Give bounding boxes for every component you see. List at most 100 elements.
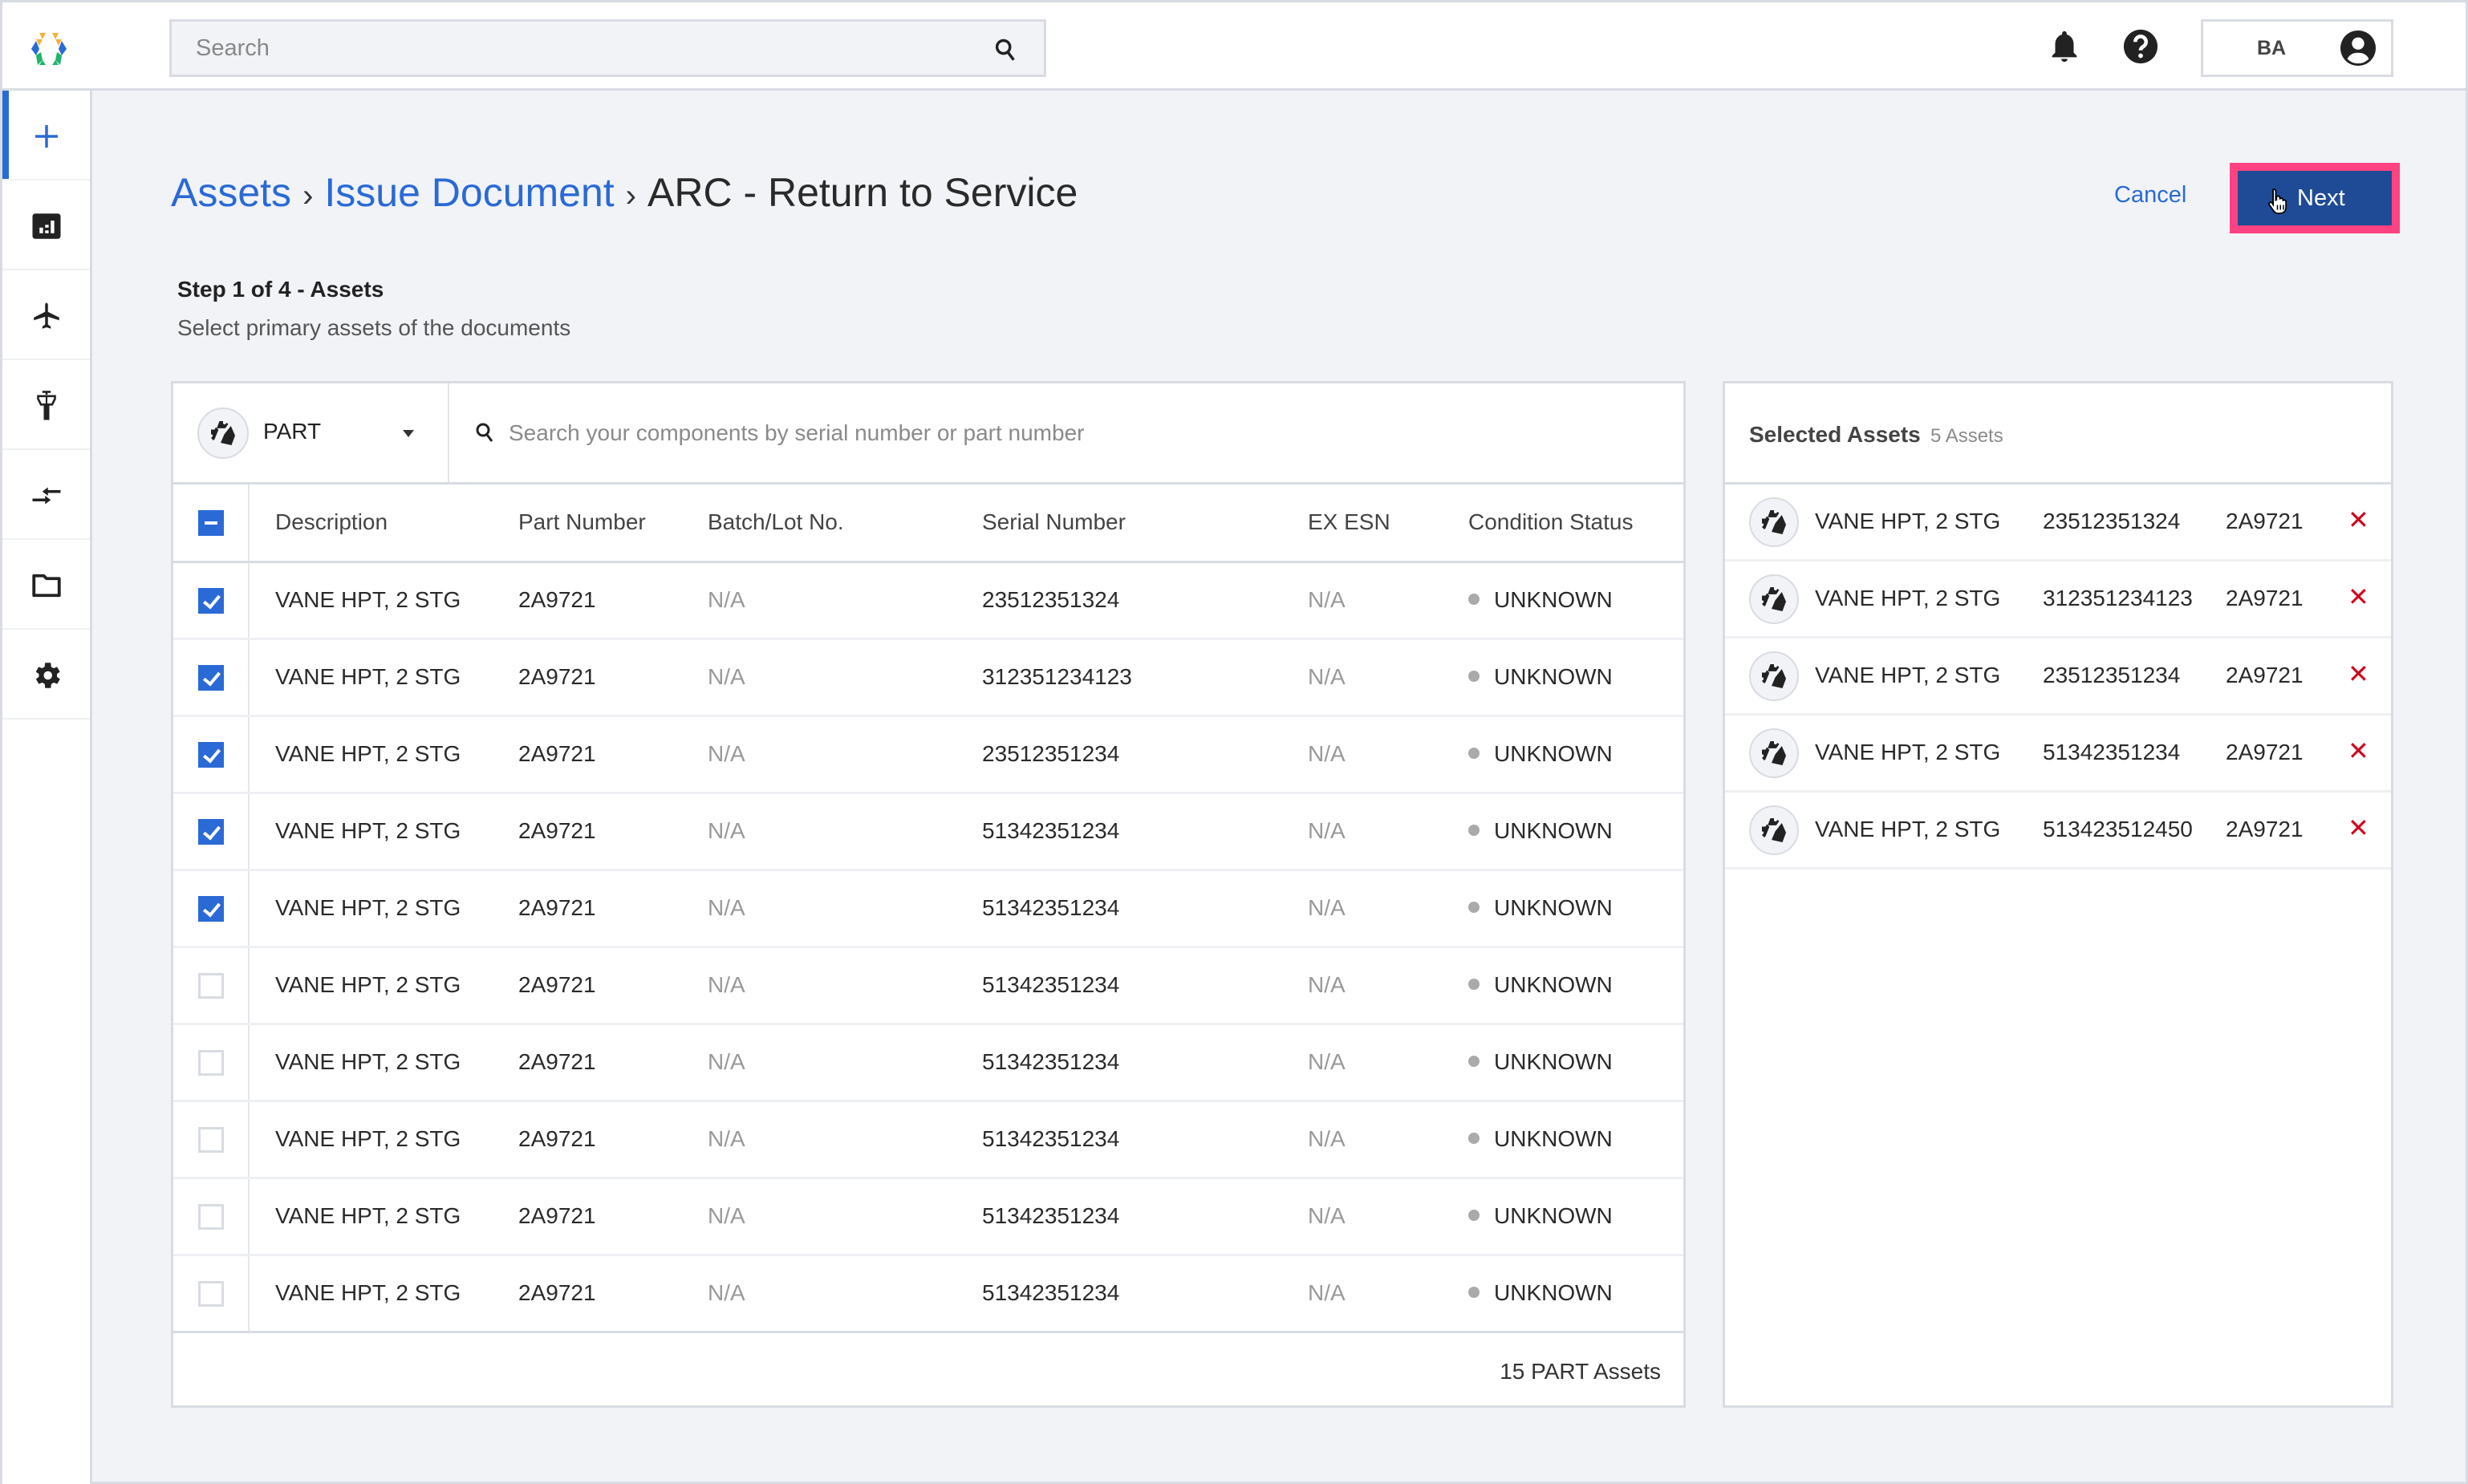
cancel-button[interactable]: Cancel (2114, 182, 2186, 209)
cell-condition-status: UNKNOWN (1468, 947, 1683, 1024)
remove-asset-icon[interactable]: ✕ (2348, 738, 2369, 764)
breadcrumb-issue-document[interactable]: Issue Document (324, 170, 614, 215)
column-header-condition-status[interactable]: Condition Status (1468, 485, 1683, 562)
sidebar-item-airport[interactable] (2, 360, 90, 450)
component-search-input[interactable] (509, 383, 1683, 482)
sidebar-item-transfer[interactable] (2, 450, 90, 540)
sidebar-item-aircraft[interactable] (2, 270, 90, 360)
column-header-ex-esn[interactable]: EX ESN (1308, 485, 1468, 562)
selected-asset-item: VANE HPT, 2 STG 23512351324 2A9721 ✕ (1725, 485, 2391, 562)
help-icon[interactable] (2122, 28, 2159, 65)
selected-assets-panel: Selected Assets 5 Assets VANE HPT, 2 STG… (1723, 381, 2393, 1408)
selected-asset-item: VANE HPT, 2 STG 513423512450 2A9721 ✕ (1725, 793, 2391, 870)
cell-batch-lot: N/A (708, 818, 745, 843)
component-search[interactable] (451, 383, 1683, 482)
cell-condition-status: UNKNOWN (1468, 1255, 1683, 1332)
hand-pointer-cursor-icon (2268, 189, 2287, 214)
table-row[interactable]: VANE HPT, 2 STG 2A9721 N/A 51342351234 N… (173, 793, 1683, 870)
cell-condition-status: UNKNOWN (1468, 1178, 1683, 1255)
cell-serial-number: 51342351234 (982, 1126, 1120, 1151)
table-row[interactable]: VANE HPT, 2 STG 2A9721 N/A 51342351234 N… (173, 947, 1683, 1024)
notification-bell-icon[interactable] (2046, 28, 2083, 65)
cell-condition-status: UNKNOWN (1468, 793, 1683, 870)
cell-description: VANE HPT, 2 STG (275, 972, 461, 997)
cell-ex-esn: N/A (1308, 972, 1346, 997)
next-button-label: Next (2297, 185, 2345, 211)
part-type-badge (1749, 651, 1799, 701)
selected-asset-item: VANE HPT, 2 STG 23512351234 2A9721 ✕ (1725, 639, 2391, 716)
cell-ex-esn: N/A (1308, 664, 1346, 689)
selected-asset-serial: 23512351324 (2043, 509, 2181, 533)
breadcrumb-assets[interactable]: Assets (171, 170, 291, 215)
selected-asset-description: VANE HPT, 2 STG (1815, 740, 2001, 764)
row-checkbox[interactable] (197, 741, 224, 768)
row-checkbox[interactable] (197, 1203, 224, 1230)
selected-asset-description: VANE HPT, 2 STG (1815, 817, 2001, 841)
column-header-serial-number[interactable]: Serial Number (982, 485, 1308, 562)
table-row[interactable]: VANE HPT, 2 STG 2A9721 N/A 23512351234 N… (173, 716, 1683, 793)
cell-ex-esn: N/A (1308, 1049, 1346, 1074)
user-menu[interactable]: BA (2201, 19, 2393, 77)
status-label: UNKNOWN (1494, 1049, 1613, 1074)
sidebar-item-dashboard[interactable] (2, 180, 90, 270)
sidebar-item-settings[interactable] (2, 630, 90, 720)
part-type-badge (1749, 805, 1799, 855)
global-search[interactable] (169, 19, 1046, 77)
selected-assets-list: VANE HPT, 2 STG 23512351324 2A9721 ✕ VAN… (1725, 485, 2391, 870)
remove-asset-icon[interactable]: ✕ (2348, 584, 2369, 610)
remove-asset-icon[interactable]: ✕ (2348, 815, 2369, 841)
remove-asset-icon[interactable]: ✕ (2348, 661, 2369, 687)
cell-serial-number: 51342351234 (982, 1049, 1120, 1074)
part-gear-tag-icon (211, 421, 235, 445)
cell-batch-lot: N/A (708, 1280, 745, 1305)
table-row[interactable]: VANE HPT, 2 STG 2A9721 N/A 51342351234 N… (173, 1178, 1683, 1255)
status-label: UNKNOWN (1494, 1126, 1613, 1151)
row-checkbox[interactable] (197, 1126, 224, 1153)
table-row[interactable]: VANE HPT, 2 STG 2A9721 N/A 51342351234 N… (173, 1101, 1683, 1178)
table-row[interactable]: VANE HPT, 2 STG 2A9721 N/A 51342351234 N… (173, 870, 1683, 947)
search-icon[interactable] (994, 38, 1017, 62)
row-checkbox-cell (173, 870, 250, 947)
remove-asset-icon[interactable]: ✕ (2348, 507, 2369, 533)
cell-condition-status: UNKNOWN (1468, 639, 1683, 716)
cell-serial-number: 23512351234 (982, 741, 1120, 766)
row-checkbox[interactable] (197, 972, 224, 999)
sidebar-item-documents[interactable] (2, 540, 90, 630)
row-checkbox[interactable] (197, 818, 224, 845)
part-gear-tag-icon (1762, 664, 1786, 688)
cell-serial-number: 51342351234 (982, 1203, 1120, 1228)
cell-ex-esn: N/A (1308, 1280, 1346, 1305)
cell-ex-esn: N/A (1308, 895, 1346, 920)
column-header-batch-lot[interactable]: Batch/Lot No. (708, 485, 982, 562)
row-checkbox[interactable] (197, 1280, 224, 1307)
row-checkbox[interactable] (197, 587, 224, 614)
selected-asset-serial: 51342351234 (2043, 740, 2181, 764)
table-row[interactable]: VANE HPT, 2 STG 2A9721 N/A 23512351324 N… (173, 562, 1683, 639)
row-checkbox-cell (173, 947, 250, 1024)
table-row[interactable]: VANE HPT, 2 STG 2A9721 N/A 312351234123 … (173, 639, 1683, 716)
app-logo-icon[interactable] (30, 31, 68, 67)
row-checkbox[interactable] (197, 1049, 224, 1076)
next-button[interactable]: Next (2238, 171, 2392, 225)
cell-batch-lot: N/A (708, 1049, 745, 1074)
breadcrumb-separator: › (302, 178, 314, 213)
top-bar: BA (2, 2, 2466, 91)
selected-asset-part-number: 2A9721 (2226, 817, 2304, 841)
status-dot-icon (1468, 1132, 1480, 1144)
row-checkbox[interactable] (197, 895, 224, 922)
search-icon (476, 423, 493, 442)
asset-type-dropdown[interactable]: PART (173, 383, 449, 482)
global-search-input[interactable] (172, 22, 1044, 75)
column-header-description[interactable]: Description (249, 485, 518, 562)
page-title: ARC - Return to Service (647, 170, 1078, 215)
table-row[interactable]: VANE HPT, 2 STG 2A9721 N/A 51342351234 N… (173, 1255, 1683, 1332)
column-header-part-number[interactable]: Part Number (518, 485, 708, 562)
sidebar-item-add[interactable] (2, 91, 90, 180)
select-all-checkbox[interactable] (197, 510, 224, 537)
cell-part-number: 2A9721 (518, 1203, 596, 1228)
row-checkbox[interactable] (197, 664, 224, 691)
table-row[interactable]: VANE HPT, 2 STG 2A9721 N/A 51342351234 N… (173, 1024, 1683, 1101)
cell-serial-number: 51342351234 (982, 818, 1120, 843)
cell-condition-status: UNKNOWN (1468, 870, 1683, 947)
next-button-highlight: Next (2230, 163, 2400, 233)
